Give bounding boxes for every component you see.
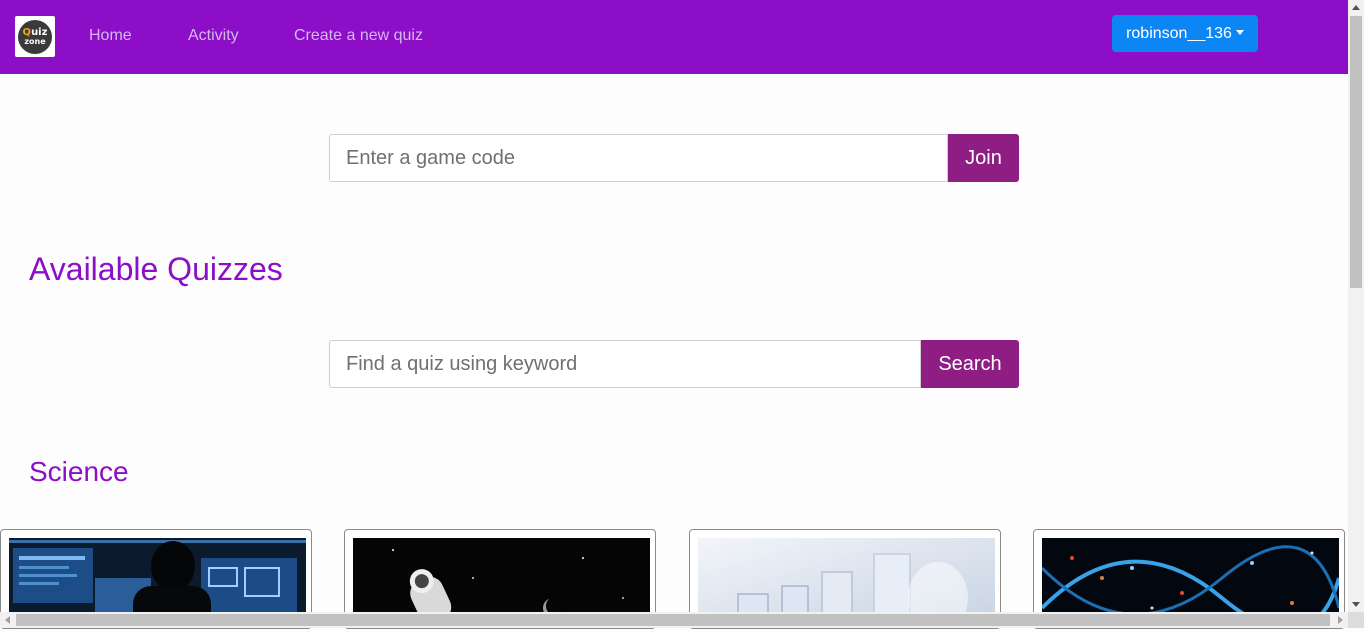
nav-create-quiz-link[interactable]: Create a new quiz — [294, 27, 423, 45]
logo-text-line2: zone — [24, 36, 46, 46]
scroll-left-arrow-icon[interactable] — [0, 612, 16, 628]
join-button[interactable]: Join — [948, 134, 1019, 182]
game-code-input[interactable] — [329, 134, 948, 182]
scroll-up-arrow-icon[interactable] — [1348, 0, 1364, 16]
nav-activity-link[interactable]: Activity — [188, 27, 239, 45]
category-science-heading: Science — [29, 456, 129, 487]
scrollbar-corner — [1348, 612, 1364, 628]
vertical-scroll-thumb[interactable] — [1350, 16, 1362, 288]
horizontal-scrollbar[interactable] — [0, 612, 1348, 628]
top-navbar: Quiz zone Home Activity Create a new qui… — [0, 0, 1348, 74]
horizontal-scroll-thumb[interactable] — [16, 614, 1330, 626]
vertical-scrollbar[interactable] — [1348, 0, 1364, 612]
scroll-down-arrow-icon[interactable] — [1348, 596, 1364, 612]
caret-down-icon — [1235, 29, 1244, 35]
quiz-search-form: Search — [329, 340, 1019, 388]
nav-home-link[interactable]: Home — [89, 27, 132, 45]
quiz-search-input[interactable] — [329, 340, 921, 388]
logo-badge: Quiz zone — [18, 19, 52, 54]
username-label: robinson__136 — [1126, 24, 1232, 42]
user-menu-button[interactable]: robinson__136 — [1112, 15, 1258, 52]
quizzone-logo[interactable]: Quiz zone — [15, 16, 55, 57]
join-game-form: Join — [329, 134, 1019, 182]
available-quizzes-heading: Available Quizzes — [29, 251, 283, 287]
scroll-right-arrow-icon[interactable] — [1332, 612, 1348, 628]
search-button[interactable]: Search — [921, 340, 1019, 388]
